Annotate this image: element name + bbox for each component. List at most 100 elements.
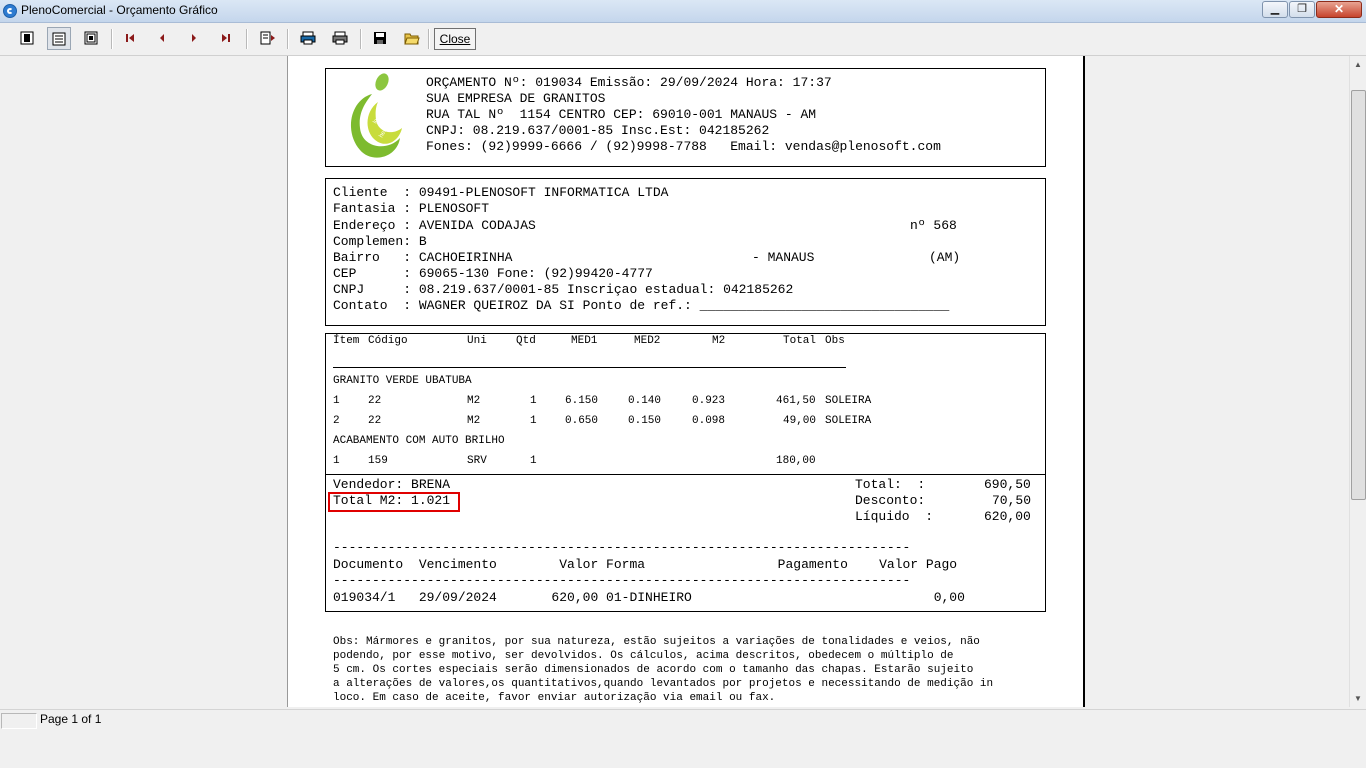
seller: Vendedor: BRENA	[333, 477, 451, 492]
group-title: ACABAMENTO COM AUTO BRILHO	[333, 435, 505, 447]
page-indicator: Page 1 of 1	[40, 712, 102, 726]
prev-page-icon	[160, 34, 164, 42]
col-header-med2: MED2	[634, 335, 661, 347]
net-label: Líquido :	[855, 509, 934, 524]
zoom-100-button[interactable]	[79, 27, 103, 50]
header-line-company: SUA EMPRESA DE GRANITOS	[426, 91, 606, 106]
group-title: GRANITO VERDE UBATUBA	[333, 375, 472, 387]
preview-area: logo here ORÇAMENTO Nº: 019034 Emissão: …	[0, 56, 1349, 707]
close-icon: ✕	[1333, 2, 1345, 16]
goto-page-button[interactable]	[256, 27, 280, 50]
total-value: 690,50	[984, 477, 1031, 492]
save-button[interactable]	[368, 27, 392, 50]
obs-line: 5 cm. Os cortes especiais serão dimensio…	[333, 664, 974, 676]
close-button[interactable]: Close	[434, 28, 476, 50]
next-page-icon	[192, 34, 196, 42]
zoom-icon	[84, 31, 98, 45]
item-cell: 180,00	[776, 455, 816, 467]
item-cell: 1	[333, 455, 340, 467]
printer-setup-icon	[300, 31, 316, 45]
item-cell: 461,50	[776, 395, 816, 407]
obs-line: loco. Em caso de aceite, favor enviar au…	[333, 692, 776, 704]
item-cell: SOLEIRA	[825, 415, 872, 427]
item-cell: 6.150	[565, 395, 599, 407]
vertical-scrollbar[interactable]: ▲ ▼	[1349, 56, 1366, 707]
print-button[interactable]	[328, 27, 352, 50]
page-width-button[interactable]	[47, 27, 71, 50]
printer-setup-button[interactable]	[296, 27, 320, 50]
whole-page-button[interactable]	[15, 27, 39, 50]
total-m2: Total M2: 1.021	[333, 493, 451, 508]
item-cell: 0.650	[565, 415, 599, 427]
client-neighborhood: Bairro : CACHOEIRINHA	[333, 250, 513, 265]
window-close-button[interactable]: ✕	[1316, 1, 1362, 18]
item-cell: M2	[467, 415, 481, 427]
last-page-button[interactable]	[214, 27, 238, 50]
restore-icon: ❐	[1297, 3, 1307, 15]
header-line-contacts: Fones: (92)9999-6666 / (92)9998-7788 Ema…	[426, 139, 941, 154]
client-address: Endereço : AVENIDA CODAJAS	[333, 218, 536, 233]
col-header-codigo: Código	[368, 335, 408, 347]
item-cell: 22	[368, 395, 382, 407]
status-bar: Page 1 of 1	[0, 709, 1366, 732]
scroll-down-icon[interactable]: ▼	[1350, 690, 1366, 707]
payments-dashes-top: ----------------------------------------…	[333, 540, 911, 555]
header-line-cnpj: CNPJ: 08.219.637/0001-85 Insc.Est: 04218…	[426, 123, 770, 138]
company-logo: logo here	[350, 73, 402, 158]
col-header-qtd: Qtd	[516, 335, 536, 347]
client-city: - MANAUS	[752, 250, 815, 265]
scroll-up-icon[interactable]: ▲	[1350, 56, 1366, 73]
prev-page-button[interactable]	[150, 27, 174, 50]
item-cell: 0.098	[692, 415, 726, 427]
item-cell: 2	[333, 415, 340, 427]
next-page-button[interactable]	[182, 27, 206, 50]
first-page-icon	[126, 34, 134, 42]
header-line-address: RUA TAL Nº 1154 CENTRO CEP: 69010-001 MA…	[426, 107, 817, 122]
item-cell: SOLEIRA	[825, 395, 872, 407]
item-cell: SRV	[467, 455, 487, 467]
open-folder-icon	[404, 33, 420, 45]
toolbar: Close	[0, 23, 1366, 56]
payments-header: Documento Vencimento Valor Forma Pagamen…	[333, 557, 958, 572]
total-label: Total: :	[855, 477, 926, 492]
window-title: PlenoComercial - Orçamento Gráfico	[21, 3, 218, 17]
totals-divider	[325, 474, 1046, 475]
status-panel	[1, 713, 37, 729]
col-header-item: Ítem	[333, 335, 360, 347]
client-number: nº 568	[910, 218, 957, 233]
client-name: Cliente : 09491-PLENOSOFT INFORMATICA LT…	[333, 185, 669, 200]
minimize-button[interactable]: ▁	[1262, 1, 1288, 18]
client-cep: CEP : 69065-130 Fone: (92)99420-4777	[333, 266, 653, 281]
discount-label: Desconto:	[855, 493, 926, 508]
item-cell: 1	[333, 395, 340, 407]
item-cell: 49,00	[783, 415, 817, 427]
item-cell: 22	[368, 415, 382, 427]
maximize-button[interactable]: ❐	[1289, 1, 1315, 18]
col-header-uni: Uni	[467, 335, 487, 347]
discount-value: 70,50	[992, 493, 1032, 508]
goto-page-icon	[260, 31, 275, 45]
item-cell: 0.923	[692, 395, 726, 407]
header-line-orcamento: ORÇAMENTO Nº: 019034 Emissão: 29/09/2024…	[426, 75, 832, 90]
printer-icon	[332, 31, 348, 45]
item-cell: 1	[530, 455, 537, 467]
obs-line: podendo, por esse motivo, ser devolvidos…	[333, 650, 954, 662]
obs-line: a alterações de valores,os quantitativos…	[333, 678, 994, 690]
col-header-obs: Obs	[825, 335, 845, 347]
item-cell: 0.150	[628, 415, 662, 427]
items-header-rule	[333, 367, 846, 368]
client-complement: Complemen: B	[333, 234, 427, 249]
scroll-thumb[interactable]	[1351, 90, 1366, 500]
open-button[interactable]	[400, 27, 424, 50]
save-icon	[374, 32, 386, 44]
app-icon	[3, 4, 17, 18]
item-cell: 1	[530, 415, 537, 427]
payment-row: 019034/1 29/09/2024 620,00 01-DINHEIRO 0…	[333, 590, 965, 605]
report-page: logo here ORÇAMENTO Nº: 019034 Emissão: …	[287, 56, 1085, 707]
client-cnpj: CNPJ : 08.219.637/0001-85 Inscriçao esta…	[333, 282, 794, 297]
first-page-button[interactable]	[118, 27, 142, 50]
client-fantasia: Fantasia : PLENOSOFT	[333, 201, 490, 216]
item-cell: 159	[368, 455, 388, 467]
item-cell: M2	[467, 395, 481, 407]
col-header-med1: MED1	[571, 335, 598, 347]
